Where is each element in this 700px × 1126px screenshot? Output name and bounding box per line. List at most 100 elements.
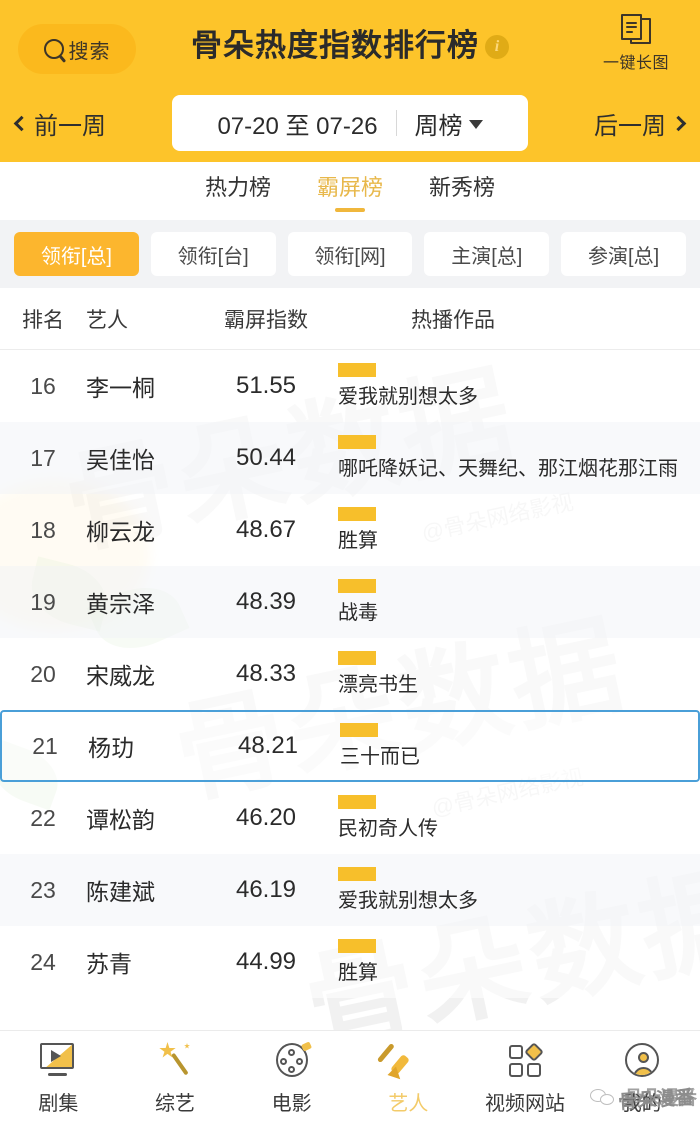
table-row[interactable]: 17 吴佳怡 50.44 哪吒降妖记、天舞纪、那江烟花那江雨 [0, 422, 700, 494]
row-index: 48.21 [237, 732, 299, 759]
tab-label: 热力榜 [204, 175, 271, 200]
work-bar-icon [340, 723, 378, 737]
row-work[interactable]: 胜算 [326, 507, 700, 553]
column-header-artist: 艺人 [86, 308, 128, 332]
row-work[interactable]: 哪吒降妖记、天舞纪、那江烟花那江雨 [326, 435, 700, 481]
table-row[interactable]: 23 陈建斌 46.19 爱我就别想太多 [0, 854, 700, 926]
chip-zhuyan-total[interactable]: 主演[总] [424, 232, 550, 276]
filter-chip-row: 领衔[总] 领衔[台] 领衔[网] 主演[总] 参演[总] [0, 220, 700, 288]
next-week-button[interactable]: 后一周 [534, 106, 687, 141]
nav-label: 我的 [621, 1093, 662, 1115]
film-reel-icon [271, 1041, 313, 1081]
row-index: 48.33 [235, 660, 297, 687]
row-artist[interactable]: 黄宗泽 [86, 585, 206, 619]
row-rank: 23 [30, 876, 56, 903]
tab-xinxiu[interactable]: 新秀榜 [429, 170, 495, 212]
nav-item-yiren[interactable]: 艺人 [350, 1041, 467, 1116]
nav-label: 电影 [271, 1093, 312, 1115]
work-bar-icon [338, 435, 376, 449]
nav-item-wode[interactable]: 我的 [583, 1041, 700, 1116]
grid-icon [504, 1041, 546, 1081]
work-bar-icon [338, 867, 376, 881]
header-top-bar: 搜索 骨朵热度指数排行榜 i 一键长图 [0, 0, 700, 92]
chip-lingxian-web[interactable]: 领衔[网] [287, 232, 413, 276]
row-artist[interactable]: 杨玏 [88, 729, 208, 763]
brush-icon [377, 1041, 429, 1084]
page-title: 骨朵热度指数排行榜 [191, 28, 479, 63]
row-work[interactable]: 胜算 [326, 939, 700, 985]
date-range-label: 07-20 至 07-26 [217, 112, 378, 140]
search-button[interactable]: 搜索 [18, 24, 136, 74]
row-work[interactable]: 漂亮书生 [326, 651, 700, 697]
row-artist[interactable]: 吴佳怡 [86, 441, 206, 475]
row-work-title: 战毒 [338, 602, 378, 624]
work-bar-icon [338, 579, 376, 593]
row-work[interactable]: 爱我就别想太多 [326, 363, 700, 409]
chip-lingxian-tv[interactable]: 领衔[台] [150, 232, 276, 276]
work-bar-icon [338, 363, 376, 377]
row-index: 48.39 [235, 588, 297, 615]
row-work[interactable]: 三十而已 [328, 723, 698, 769]
info-icon[interactable]: i [485, 34, 509, 59]
column-header-rank: 排名 [22, 308, 64, 332]
table-row[interactable]: 20 宋威龙 48.33 漂亮书生 [0, 638, 700, 710]
chip-lingxian-total[interactable]: 领衔[总] [14, 232, 139, 276]
row-work-title: 民初奇人传 [338, 818, 438, 840]
long-image-button[interactable]: 一键长图 [590, 14, 682, 73]
period-dropdown[interactable]: 周榜 [397, 106, 483, 141]
row-work-title: 三十而已 [340, 746, 420, 768]
row-work[interactable]: 爱我就别想太多 [326, 867, 700, 913]
table-row[interactable]: 16 李一桐 51.55 爱我就别想太多 [0, 350, 700, 422]
row-artist[interactable]: 陈建斌 [86, 873, 206, 907]
row-index: 44.99 [235, 948, 297, 975]
chip-canyan-total[interactable]: 参演[总] [561, 232, 686, 276]
nav-label: 综艺 [155, 1093, 195, 1115]
tab-heli[interactable]: 热力榜 [205, 170, 271, 212]
long-image-label: 一键长图 [602, 55, 669, 72]
tab-label: 新秀榜 [429, 175, 496, 200]
ranking-rows: 16 李一桐 51.55 爱我就别想太多 17 吴佳怡 50.44 哪吒降妖记、… [0, 350, 700, 998]
nav-item-dianying[interactable]: 电影 [233, 1041, 350, 1116]
table-row-selected[interactable]: 21 杨玏 48.21 三十而已 [0, 710, 700, 782]
ranking-tabs: 热力榜 霸屏榜 新秀榜 [0, 162, 700, 220]
row-artist[interactable]: 柳云龙 [86, 513, 206, 547]
bottom-navigation: 剧集 综艺 电影 艺人 视频网站 我的 骨朵漫番 骨朵漫番 [0, 1030, 700, 1126]
nav-item-shipin[interactable]: 视频网站 [467, 1041, 584, 1116]
drama-icon [37, 1041, 79, 1081]
ranking-list[interactable]: 骨朵数据 骨朵数据 骨朵数据 @骨朵网络影视 @骨朵网络影视 16 李一桐 51… [0, 350, 700, 1030]
row-work[interactable]: 民初奇人传 [326, 795, 700, 841]
date-range-selector[interactable]: 07-20 至 07-26 周榜 [172, 95, 528, 151]
row-index: 46.19 [235, 876, 297, 903]
table-row[interactable]: 22 谭松韵 46.20 民初奇人传 [0, 782, 700, 854]
table-header: 排名 艺人 霸屏指数 热播作品 [0, 288, 700, 350]
nav-item-juji[interactable]: 剧集 [0, 1041, 117, 1116]
row-rank: 18 [30, 516, 56, 543]
app-root: 搜索 骨朵热度指数排行榜 i 一键长图 前一周 07-20 至 07-26 周榜… [0, 0, 700, 1126]
week-selector-bar: 前一周 07-20 至 07-26 周榜 后一周 [0, 92, 700, 162]
row-artist[interactable]: 李一桐 [86, 369, 206, 403]
period-label: 周榜 [414, 112, 463, 140]
chevron-right-icon [670, 115, 687, 131]
row-artist[interactable]: 谭松韵 [86, 801, 206, 835]
tab-baping[interactable]: 霸屏榜 [317, 170, 383, 212]
row-index: 46.20 [235, 804, 297, 831]
column-header-index: 霸屏指数 [224, 308, 308, 332]
nav-label: 剧集 [38, 1093, 79, 1115]
nav-item-zongyi[interactable]: 综艺 [117, 1041, 234, 1116]
table-row[interactable]: 19 黄宗泽 48.39 战毒 [0, 566, 700, 638]
row-artist[interactable]: 苏青 [86, 945, 206, 979]
row-index: 48.67 [235, 516, 297, 543]
prev-week-button[interactable]: 前一周 [13, 106, 166, 141]
user-icon [621, 1041, 663, 1081]
work-bar-icon [338, 651, 376, 665]
row-artist[interactable]: 宋威龙 [86, 657, 206, 691]
row-work[interactable]: 战毒 [326, 579, 700, 625]
row-index: 50.44 [235, 444, 297, 471]
row-work-title: 爱我就别想太多 [338, 386, 478, 408]
row-rank: 22 [30, 804, 56, 831]
row-work-title: 哪吒降妖记、天舞纪、那江烟花那江雨 [338, 458, 678, 480]
table-row[interactable]: 24 苏青 44.99 胜算 [0, 926, 700, 998]
row-work-title: 胜算 [338, 962, 378, 984]
table-row[interactable]: 18 柳云龙 48.67 胜算 [0, 494, 700, 566]
tab-label: 霸屏榜 [316, 175, 383, 200]
